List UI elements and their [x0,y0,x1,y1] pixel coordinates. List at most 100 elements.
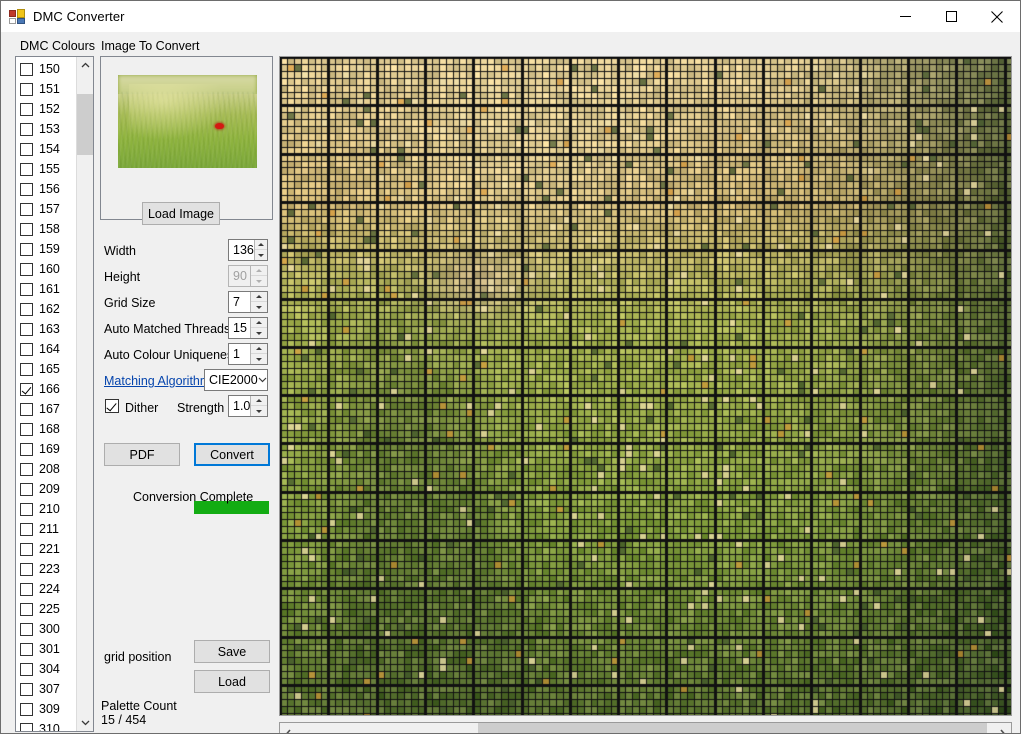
pdf-button[interactable]: PDF [104,443,180,466]
dmc-colour-checkbox[interactable] [20,222,33,236]
dmc-colour-row[interactable]: 209 [16,479,76,499]
dmc-colour-row[interactable]: 304 [16,659,76,679]
dmc-colour-row[interactable]: 163 [16,319,76,339]
maximize-button[interactable] [928,2,974,32]
width-stepper[interactable]: 136 [228,239,268,261]
dmc-colour-checkbox[interactable] [20,442,33,456]
dmc-colour-checkbox[interactable] [20,422,33,436]
dmc-colour-row[interactable]: 300 [16,619,76,639]
strength-decrement[interactable] [251,406,267,416]
dmc-colour-checkbox[interactable] [20,622,33,636]
dmc-colour-checkbox[interactable] [20,702,33,716]
dmc-colour-checkbox[interactable] [20,582,33,596]
dmc-colour-row[interactable]: 159 [16,239,76,259]
dmc-list-scrollbar[interactable] [76,57,93,731]
grid-size-decrement[interactable] [251,302,267,312]
pattern-horizontal-scrollbar[interactable] [279,722,1012,733]
dmc-colour-checkbox[interactable] [20,542,33,556]
dmc-colour-checkbox[interactable] [20,562,33,576]
dmc-colour-checkbox[interactable] [20,402,33,416]
dmc-colour-row[interactable]: 154 [16,139,76,159]
grid-size-stepper[interactable]: 7 [228,291,268,313]
dmc-colour-checkbox[interactable] [20,642,33,656]
pattern-grid-panel[interactable] [279,56,1012,716]
minimize-button[interactable] [882,2,928,32]
matching-algorithm-link[interactable]: Matching Algorithm [104,374,210,388]
pattern-grid-canvas[interactable] [280,57,1011,715]
dmc-colour-row[interactable]: 211 [16,519,76,539]
scroll-left-icon[interactable] [280,723,297,733]
dmc-colour-row[interactable]: 157 [16,199,76,219]
dmc-colour-row[interactable]: 158 [16,219,76,239]
dmc-colour-checkbox[interactable] [20,682,33,696]
width-stepper-buttons[interactable] [253,240,267,260]
load-image-button[interactable]: Load Image [142,202,220,225]
dmc-colour-row[interactable]: 208 [16,459,76,479]
matching-algorithm-dropdown[interactable]: CIE2000 [204,369,268,391]
dmc-colour-checkbox[interactable] [20,262,33,276]
auto-colour-uniqueness-decrement[interactable] [251,354,267,364]
dmc-colour-row[interactable]: 164 [16,339,76,359]
dmc-colour-checkbox[interactable] [20,602,33,616]
dmc-colour-row[interactable]: 156 [16,179,76,199]
auto-colour-uniqueness-increment[interactable] [251,344,267,354]
grid-size-increment[interactable] [251,292,267,302]
dmc-colour-checkbox[interactable] [20,182,33,196]
dmc-colour-checkbox[interactable] [20,362,33,376]
dmc-colour-checkbox[interactable] [20,202,33,216]
auto-colour-uniqueness-stepper[interactable]: 1 [228,343,268,365]
dmc-colour-row[interactable]: 151 [16,79,76,99]
scroll-down-icon[interactable] [77,714,93,731]
scroll-up-icon[interactable] [77,57,93,74]
dither-checkbox[interactable] [105,399,119,413]
dmc-colour-row[interactable]: 224 [16,579,76,599]
dmc-colour-row[interactable]: 168 [16,419,76,439]
dmc-colour-row[interactable]: 301 [16,639,76,659]
dmc-colour-row[interactable]: 169 [16,439,76,459]
dmc-colour-row[interactable]: 210 [16,499,76,519]
dmc-colour-checkbox[interactable] [20,102,33,116]
dmc-colour-row[interactable]: 153 [16,119,76,139]
dmc-colour-checkbox[interactable] [20,62,33,76]
dmc-colour-row[interactable]: 166 [16,379,76,399]
dmc-colour-row[interactable]: 167 [16,399,76,419]
load-button[interactable]: Load [194,670,270,693]
strength-increment[interactable] [251,396,267,406]
dmc-colour-checkbox[interactable] [20,122,33,136]
dmc-colour-checkbox[interactable] [20,82,33,96]
width-value[interactable]: 136 [229,240,254,260]
dmc-colour-checkbox[interactable] [20,502,33,516]
horizontal-scroll-track[interactable] [297,723,994,733]
dmc-colour-checkbox[interactable] [20,342,33,356]
dmc-colour-checkbox[interactable] [20,302,33,316]
dmc-colour-row[interactable]: 225 [16,599,76,619]
dmc-list-scroll-thumb[interactable] [77,94,93,156]
auto-colour-uniqueness-stepper-buttons[interactable] [250,344,267,364]
close-button[interactable] [974,2,1020,32]
dmc-colour-row[interactable]: 155 [16,159,76,179]
strength-value[interactable]: 1.0 [229,396,250,416]
dmc-colour-row[interactable]: 152 [16,99,76,119]
dmc-colour-checkbox[interactable] [20,522,33,536]
dmc-colour-checkbox[interactable] [20,382,33,396]
dmc-colour-checkbox[interactable] [20,722,33,731]
dmc-colour-row[interactable]: 160 [16,259,76,279]
dmc-colour-row[interactable]: 161 [16,279,76,299]
grid-size-value[interactable]: 7 [229,292,250,312]
dmc-colour-checkbox[interactable] [20,662,33,676]
dmc-colour-checkbox[interactable] [20,462,33,476]
grid-size-stepper-buttons[interactable] [250,292,267,312]
auto-matched-threads-decrement[interactable] [251,328,267,338]
dmc-colour-checkbox[interactable] [20,322,33,336]
dmc-colour-row[interactable]: 223 [16,559,76,579]
width-decrement[interactable] [255,250,267,260]
auto-matched-threads-stepper[interactable]: 15 [228,317,268,339]
convert-button[interactable]: Convert [194,443,270,466]
image-preview-panel[interactable] [100,56,273,220]
dmc-colour-row[interactable]: 310 [16,719,76,731]
dmc-colour-row[interactable]: 150 [16,59,76,79]
auto-matched-threads-value[interactable]: 15 [229,318,250,338]
dmc-colour-row[interactable]: 162 [16,299,76,319]
horizontal-scroll-thumb[interactable] [478,723,988,733]
save-button[interactable]: Save [194,640,270,663]
